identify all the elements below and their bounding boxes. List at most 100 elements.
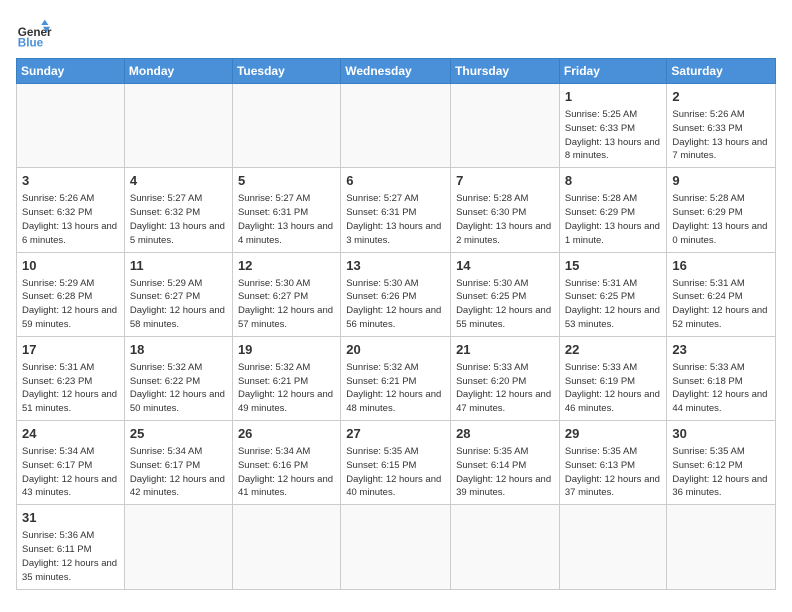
calendar-cell: 11 Sunrise: 5:29 AM Sunset: 6:27 PM Dayli… — [124, 252, 232, 336]
calendar-cell: 16 Sunrise: 5:31 AM Sunset: 6:24 PM Dayli… — [667, 252, 776, 336]
day-number: 11 — [130, 257, 227, 275]
day-number: 4 — [130, 172, 227, 190]
day-number: 10 — [22, 257, 119, 275]
weekday-header: Monday — [124, 59, 232, 84]
calendar-cell: 27 Sunrise: 5:35 AM Sunset: 6:15 PM Dayli… — [341, 421, 451, 505]
day-number: 1 — [565, 88, 662, 106]
calendar-cell: 4 Sunrise: 5:27 AM Sunset: 6:32 PM Daylig… — [124, 168, 232, 252]
calendar-cell: 18Sunrise: 5:32 AM Sunset: 6:22 PM Dayli… — [124, 336, 232, 420]
calendar-cell — [341, 505, 451, 589]
day-info: Sunrise: 5:29 AM Sunset: 6:28 PM Dayligh… — [22, 277, 119, 332]
calendar-cell: 23 Sunrise: 5:33 AM Sunset: 6:18 PM Dayli… — [667, 336, 776, 420]
calendar-week-row: 10 Sunrise: 5:29 AM Sunset: 6:28 PM Dayli… — [17, 252, 776, 336]
day-info: Sunrise: 5:31 AM Sunset: 6:24 PM Dayligh… — [672, 277, 770, 332]
day-number: 13 — [346, 257, 445, 275]
day-number: 5 — [238, 172, 335, 190]
calendar-cell: 8 Sunrise: 5:28 AM Sunset: 6:29 PM Daylig… — [559, 168, 667, 252]
calendar-cell — [232, 84, 340, 168]
day-number: 16 — [672, 257, 770, 275]
day-number: 18 — [130, 341, 227, 359]
calendar-cell: 7Sunrise: 5:28 AM Sunset: 6:30 PM Daylig… — [451, 168, 560, 252]
calendar-cell — [451, 84, 560, 168]
calendar-cell — [232, 505, 340, 589]
day-info: Sunrise: 5:32 AM Sunset: 6:21 PM Dayligh… — [346, 361, 445, 416]
calendar-cell: 24Sunrise: 5:34 AM Sunset: 6:17 PM Dayli… — [17, 421, 125, 505]
calendar-cell: 30Sunrise: 5:35 AM Sunset: 6:12 PM Dayli… — [667, 421, 776, 505]
calendar-cell — [124, 505, 232, 589]
day-number: 25 — [130, 425, 227, 443]
day-info: Sunrise: 5:26 AM Sunset: 6:33 PM Dayligh… — [672, 108, 770, 163]
calendar-week-row: 17 Sunrise: 5:31 AM Sunset: 6:23 PM Dayli… — [17, 336, 776, 420]
calendar-cell: 2 Sunrise: 5:26 AM Sunset: 6:33 PM Daylig… — [667, 84, 776, 168]
calendar-cell: 14Sunrise: 5:30 AM Sunset: 6:25 PM Dayli… — [451, 252, 560, 336]
day-info: Sunrise: 5:25 AM Sunset: 6:33 PM Dayligh… — [565, 108, 662, 163]
day-number: 30 — [672, 425, 770, 443]
day-number: 17 — [22, 341, 119, 359]
day-number: 9 — [672, 172, 770, 190]
day-info: Sunrise: 5:35 AM Sunset: 6:13 PM Dayligh… — [565, 445, 662, 500]
calendar-cell: 19 Sunrise: 5:32 AM Sunset: 6:21 PM Dayli… — [232, 336, 340, 420]
day-info: Sunrise: 5:31 AM Sunset: 6:23 PM Dayligh… — [22, 361, 119, 416]
day-number: 3 — [22, 172, 119, 190]
weekday-header-row: SundayMondayTuesdayWednesdayThursdayFrid… — [17, 59, 776, 84]
calendar-cell: 10 Sunrise: 5:29 AM Sunset: 6:28 PM Dayli… — [17, 252, 125, 336]
day-number: 15 — [565, 257, 662, 275]
day-number: 27 — [346, 425, 445, 443]
calendar-cell: 20Sunrise: 5:32 AM Sunset: 6:21 PM Dayli… — [341, 336, 451, 420]
day-number: 23 — [672, 341, 770, 359]
day-info: Sunrise: 5:33 AM Sunset: 6:20 PM Dayligh… — [456, 361, 554, 416]
day-info: Sunrise: 5:27 AM Sunset: 6:31 PM Dayligh… — [346, 192, 445, 247]
day-number: 19 — [238, 341, 335, 359]
calendar-cell: 1 Sunrise: 5:25 AM Sunset: 6:33 PM Daylig… — [559, 84, 667, 168]
calendar-cell — [667, 505, 776, 589]
calendar-cell: 17 Sunrise: 5:31 AM Sunset: 6:23 PM Dayli… — [17, 336, 125, 420]
calendar-cell: 13Sunrise: 5:30 AM Sunset: 6:26 PM Dayli… — [341, 252, 451, 336]
day-number: 7 — [456, 172, 554, 190]
calendar-cell: 15Sunrise: 5:31 AM Sunset: 6:25 PM Dayli… — [559, 252, 667, 336]
calendar-cell: 9 Sunrise: 5:28 AM Sunset: 6:29 PM Daylig… — [667, 168, 776, 252]
day-number: 12 — [238, 257, 335, 275]
day-number: 6 — [346, 172, 445, 190]
calendar-week-row: 1 Sunrise: 5:25 AM Sunset: 6:33 PM Daylig… — [17, 84, 776, 168]
weekday-header: Tuesday — [232, 59, 340, 84]
day-info: Sunrise: 5:35 AM Sunset: 6:14 PM Dayligh… — [456, 445, 554, 500]
day-info: Sunrise: 5:36 AM Sunset: 6:11 PM Dayligh… — [22, 529, 119, 584]
day-info: Sunrise: 5:28 AM Sunset: 6:29 PM Dayligh… — [672, 192, 770, 247]
calendar-cell: 21 Sunrise: 5:33 AM Sunset: 6:20 PM Dayli… — [451, 336, 560, 420]
calendar-week-row: 3 Sunrise: 5:26 AM Sunset: 6:32 PM Daylig… — [17, 168, 776, 252]
day-info: Sunrise: 5:33 AM Sunset: 6:18 PM Dayligh… — [672, 361, 770, 416]
day-number: 21 — [456, 341, 554, 359]
calendar-week-row: 31 Sunrise: 5:36 AM Sunset: 6:11 PM Dayli… — [17, 505, 776, 589]
weekday-header: Wednesday — [341, 59, 451, 84]
calendar-cell: 25Sunrise: 5:34 AM Sunset: 6:17 PM Dayli… — [124, 421, 232, 505]
logo: General Blue — [16, 16, 52, 52]
logo-icon: General Blue — [16, 16, 52, 52]
day-number: 28 — [456, 425, 554, 443]
day-number: 8 — [565, 172, 662, 190]
day-info: Sunrise: 5:32 AM Sunset: 6:21 PM Dayligh… — [238, 361, 335, 416]
calendar-table: SundayMondayTuesdayWednesdayThursdayFrid… — [16, 58, 776, 590]
day-number: 29 — [565, 425, 662, 443]
day-info: Sunrise: 5:35 AM Sunset: 6:15 PM Dayligh… — [346, 445, 445, 500]
calendar-cell: 3 Sunrise: 5:26 AM Sunset: 6:32 PM Daylig… — [17, 168, 125, 252]
day-number: 24 — [22, 425, 119, 443]
calendar-cell: 5Sunrise: 5:27 AM Sunset: 6:31 PM Daylig… — [232, 168, 340, 252]
calendar-cell — [341, 84, 451, 168]
day-info: Sunrise: 5:26 AM Sunset: 6:32 PM Dayligh… — [22, 192, 119, 247]
calendar-cell: 28 Sunrise: 5:35 AM Sunset: 6:14 PM Dayli… — [451, 421, 560, 505]
calendar-cell: 29 Sunrise: 5:35 AM Sunset: 6:13 PM Dayli… — [559, 421, 667, 505]
calendar-cell — [17, 84, 125, 168]
day-info: Sunrise: 5:28 AM Sunset: 6:29 PM Dayligh… — [565, 192, 662, 247]
calendar-cell — [451, 505, 560, 589]
day-info: Sunrise: 5:27 AM Sunset: 6:32 PM Dayligh… — [130, 192, 227, 247]
svg-text:Blue: Blue — [18, 37, 44, 50]
calendar-cell: 31 Sunrise: 5:36 AM Sunset: 6:11 PM Dayli… — [17, 505, 125, 589]
day-number: 26 — [238, 425, 335, 443]
calendar-cell: 12Sunrise: 5:30 AM Sunset: 6:27 PM Dayli… — [232, 252, 340, 336]
day-info: Sunrise: 5:29 AM Sunset: 6:27 PM Dayligh… — [130, 277, 227, 332]
day-info: Sunrise: 5:33 AM Sunset: 6:19 PM Dayligh… — [565, 361, 662, 416]
day-number: 2 — [672, 88, 770, 106]
weekday-header: Sunday — [17, 59, 125, 84]
day-number: 31 — [22, 509, 119, 527]
day-number: 22 — [565, 341, 662, 359]
